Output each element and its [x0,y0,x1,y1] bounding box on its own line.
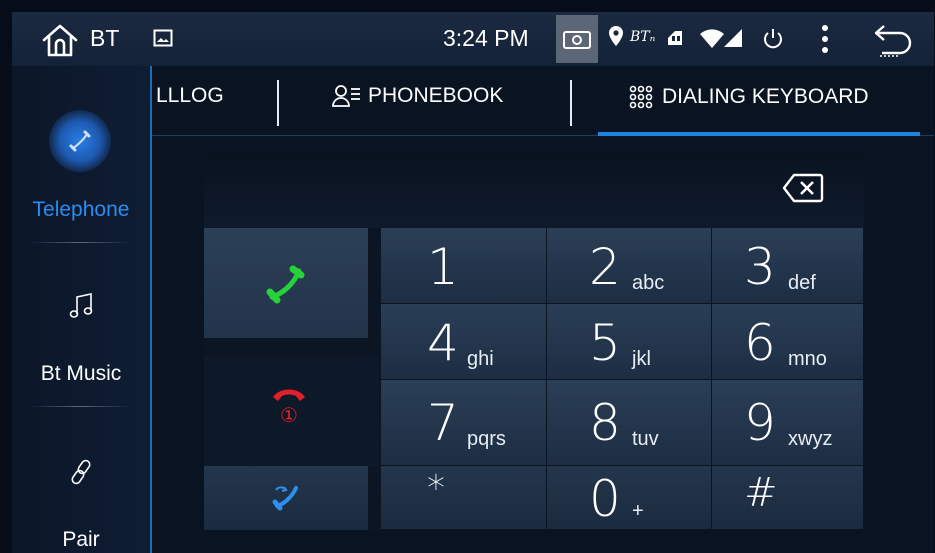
backspace-icon[interactable] [782,172,824,204]
key-5[interactable]: 5 jkl [547,304,712,380]
sim-badge: ① [280,405,298,427]
active-tab-indicator [598,132,920,136]
link-icon [71,459,91,485]
transfer-call-icon [272,486,298,511]
phone-icon [69,130,91,152]
key-star[interactable]: * [381,466,547,530]
home-icon[interactable] [40,22,80,58]
key-9[interactable]: 9 xwyz [712,380,864,466]
tab-label: DIALING KEYBOARD [662,85,869,108]
call-button[interactable] [204,228,368,339]
number-display [204,150,864,228]
music-icon [69,293,93,318]
menu-icon[interactable] [820,24,830,54]
key-4[interactable]: 4 ghi [381,304,547,380]
key-3[interactable]: 3 def [712,228,864,304]
screenshot-icon [563,31,591,49]
sidebar-item-label: Bt Music [40,362,122,385]
key-7[interactable]: 7 pqrs [381,380,547,466]
bt-icon: BTₙ [630,29,656,45]
signal-icon [724,29,742,47]
sidebar-item-telephone[interactable]: Telephone [12,66,150,234]
key-2[interactable]: 2 abc [547,228,712,304]
gallery-icon [153,29,173,47]
app-title: BT [90,25,120,51]
transfer-button[interactable] [204,466,368,530]
contacts-icon [332,85,360,107]
key-0[interactable]: 0 + [547,466,712,530]
back-icon[interactable] [870,24,916,58]
sidebar-item-label: Pair [62,528,100,551]
sidebar-item-label: Telephone [32,198,130,221]
sidebar: Telephone Bt Music Pair [12,66,152,553]
key-1[interactable]: 1 [381,228,547,304]
key-hash[interactable]: # [712,466,864,530]
bt-app-window: BT 3:24 PM BTₙ Telephone Bt Music Pair L… [12,12,934,553]
tab-label: LLLOG [156,84,224,107]
location-icon [609,26,623,46]
dialer: ① 1 2 abc 3 def 4 ghi 5 jkl 6 mno 7 pqrs… [204,150,864,530]
tab-label: PHONEBOOK [368,84,504,107]
screenshot-button[interactable] [556,15,598,63]
tab-bar: LLLOG PHONEBOOK DIALING KEYBOARD [152,66,934,136]
clock: 3:24 PM [443,25,529,51]
hangup-button[interactable]: ① [204,355,379,466]
tab-phonebook[interactable]: PHONEBOOK [332,84,503,108]
key-6[interactable]: 6 mno [712,304,864,380]
hangup-icon [273,389,305,401]
power-icon[interactable] [762,27,784,49]
sidebar-item-bt-music[interactable]: Bt Music [12,246,150,406]
tab-dialing-keyboard[interactable]: DIALING KEYBOARD [628,84,869,110]
tab-log[interactable]: LLLOG [156,84,224,108]
dialpad-icon [629,85,653,109]
key-8[interactable]: 8 tuv [547,380,712,466]
status-bar: BT 3:24 PM BTₙ [12,12,934,66]
usb-icon [668,31,682,45]
call-icon [266,265,305,304]
sidebar-item-pair[interactable]: Pair [12,410,150,553]
